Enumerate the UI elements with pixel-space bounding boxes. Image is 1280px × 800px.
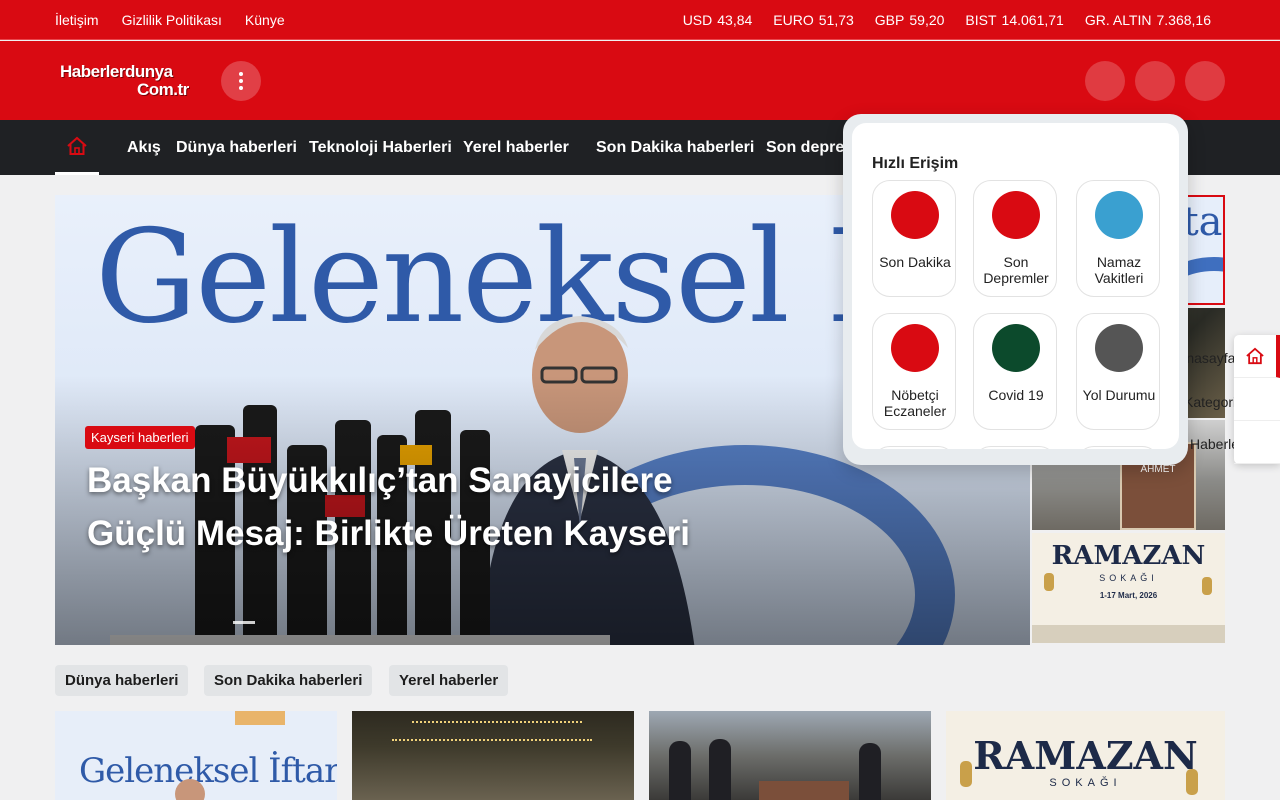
menu-dot bbox=[239, 72, 243, 76]
news-card-2[interactable] bbox=[352, 711, 634, 800]
qa-label: Covid 19 bbox=[988, 387, 1044, 403]
qa-card-partial[interactable] bbox=[1076, 446, 1160, 449]
prayer-times-icon bbox=[1095, 191, 1143, 239]
rate-value: 51,73 bbox=[818, 12, 854, 28]
rate-euro: EURO 51,73 bbox=[773, 12, 854, 28]
qa-label: Son Dakika bbox=[879, 254, 951, 270]
thumb-4-footer bbox=[1032, 625, 1225, 643]
qa-label: Namaz Vakitleri bbox=[1094, 254, 1144, 286]
thumb-4-subtitle: SOKAĞI bbox=[1099, 573, 1158, 583]
menu-dot bbox=[239, 79, 243, 83]
lantern-icon bbox=[1044, 573, 1054, 591]
card-3-person bbox=[669, 741, 691, 800]
breaking-news-icon bbox=[891, 191, 939, 239]
header-action-button[interactable] bbox=[1135, 61, 1175, 101]
card-4-title: RAMAZAN bbox=[973, 733, 1198, 778]
rate-label: EURO bbox=[773, 12, 814, 28]
top-bar: İletişim Gizlilik Politikası Künye USD 43… bbox=[0, 0, 1280, 40]
qa-label: Yol Durumu bbox=[1082, 387, 1156, 403]
rate-value: 7.368,16 bbox=[1156, 12, 1212, 28]
header-action-button[interactable] bbox=[1085, 61, 1125, 101]
slider-thumb-4[interactable]: RAMAZAN SOKAĞI 1-17 Mart, 2026 bbox=[1032, 533, 1225, 643]
card-2-lights bbox=[412, 721, 582, 727]
side-home-button[interactable] bbox=[1234, 335, 1280, 378]
rate-value: 14.061,71 bbox=[1001, 12, 1064, 28]
side-news-button[interactable] bbox=[1234, 421, 1280, 464]
rate-bist: BIST 14.061,71 bbox=[965, 12, 1063, 28]
road-icon bbox=[1095, 324, 1143, 372]
thumb-4-date: 1-17 Mart, 2026 bbox=[1099, 591, 1158, 600]
hero-category-tag[interactable]: Kayseri haberleri bbox=[85, 426, 195, 449]
covid-icon bbox=[992, 324, 1040, 372]
hero-title[interactable]: Başkan Büyükkılıç’tan Sanayicilere Güçlü… bbox=[87, 454, 757, 560]
side-category-button[interactable] bbox=[1234, 378, 1280, 421]
privacy-policy-link[interactable]: Gizlilik Politikası bbox=[122, 12, 222, 28]
nav-item-tech-news[interactable]: Teknoloji Haberleri bbox=[309, 120, 452, 175]
header-action-button[interactable] bbox=[1185, 61, 1225, 101]
contact-link[interactable]: İletişim bbox=[55, 12, 99, 28]
news-card-1[interactable]: Geleneksel İftar bbox=[55, 711, 337, 800]
card-3-plaque bbox=[759, 781, 849, 800]
quick-access-panel: Hızlı Erişim Son Dakika Son Depremler Na… bbox=[852, 123, 1179, 449]
menu-dot bbox=[239, 86, 243, 90]
qa-card-partial[interactable] bbox=[872, 446, 956, 449]
chip-local-news[interactable]: Yerel haberler bbox=[389, 665, 509, 696]
lantern-icon bbox=[1202, 577, 1212, 595]
card-2-lights bbox=[392, 739, 592, 747]
nav-item-akis[interactable]: Akış bbox=[127, 120, 161, 175]
imprint-link[interactable]: Künye bbox=[245, 12, 285, 28]
qa-label: Son Depremler bbox=[983, 254, 1049, 286]
qa-covid[interactable]: Covid 19 bbox=[973, 313, 1057, 430]
qa-earthquakes[interactable]: Son Depremler bbox=[973, 180, 1057, 297]
card-4-subtitle: SOKAĞI bbox=[1049, 777, 1122, 789]
qa-breaking-news[interactable]: Son Dakika bbox=[872, 180, 956, 297]
earthquake-icon bbox=[992, 191, 1040, 239]
nav-item-breaking-news[interactable]: Son Dakika haberleri bbox=[596, 120, 754, 175]
qa-label: Nöbetçi Eczaneler bbox=[883, 387, 947, 419]
qa-pharmacies[interactable]: Nöbetçi Eczaneler bbox=[872, 313, 956, 430]
news-card-4[interactable]: RAMAZAN SOKAĞI bbox=[946, 711, 1225, 800]
qa-card-partial[interactable] bbox=[973, 446, 1057, 449]
chip-breaking-news[interactable]: Son Dakika haberleri bbox=[204, 665, 373, 696]
quick-access-popup: Hızlı Erişim Son Dakika Son Depremler Na… bbox=[843, 114, 1188, 465]
rate-gbp: GBP 59,20 bbox=[875, 12, 945, 28]
card-1-ornament bbox=[235, 711, 285, 725]
quick-access-title: Hızlı Erişim bbox=[872, 155, 959, 172]
lantern-icon bbox=[960, 761, 972, 787]
card-3-person bbox=[709, 739, 731, 800]
rate-label: USD bbox=[682, 12, 713, 28]
nav-item-local-news[interactable]: Yerel haberler bbox=[463, 120, 569, 175]
currency-rates: USD 43,84 EURO 51,73 GBP 59,20 BIST 14.061,7… bbox=[683, 0, 1211, 40]
chip-world-news[interactable]: Dünya haberleri bbox=[55, 665, 189, 696]
qa-prayer-times[interactable]: Namaz Vakitleri bbox=[1076, 180, 1160, 297]
home-icon bbox=[1246, 347, 1264, 365]
site-logo[interactable]: Haberlerdunya Com.tr bbox=[60, 63, 200, 99]
nav-item-world-news[interactable]: Dünya haberleri bbox=[176, 120, 297, 175]
qa-road-status[interactable]: Yol Durumu bbox=[1076, 313, 1160, 430]
pharmacy-icon bbox=[891, 324, 939, 372]
rate-label: BIST bbox=[965, 12, 997, 28]
logo-line-2: Com.tr bbox=[137, 80, 189, 99]
home-icon bbox=[67, 136, 87, 155]
top-links: İletişim Gizlilik Politikası Künye bbox=[55, 0, 285, 40]
lantern-icon bbox=[1186, 769, 1198, 795]
news-card-3[interactable] bbox=[649, 711, 931, 800]
logo-line-1: Haberlerdunya bbox=[60, 62, 173, 81]
rate-value: 43,84 bbox=[717, 12, 753, 28]
card-3-person bbox=[859, 743, 881, 800]
rate-label: GR. ALTIN bbox=[1084, 12, 1152, 28]
site-header: Haberlerdunya Com.tr bbox=[0, 41, 1280, 120]
side-floating-menu bbox=[1234, 335, 1280, 464]
rate-value: 59,20 bbox=[909, 12, 945, 28]
thumb-4-title: RAMAZAN bbox=[1051, 541, 1206, 571]
rate-label: GBP bbox=[874, 12, 905, 28]
hero-slider-indicator[interactable] bbox=[233, 612, 255, 624]
more-menu-button[interactable] bbox=[221, 61, 261, 101]
card-1-text: Geleneksel İftar bbox=[79, 751, 337, 791]
nav-home-button[interactable] bbox=[55, 120, 99, 175]
rate-gold: GR. ALTIN 7.368,16 bbox=[1085, 12, 1211, 28]
rate-usd: USD 43,84 bbox=[683, 12, 753, 28]
